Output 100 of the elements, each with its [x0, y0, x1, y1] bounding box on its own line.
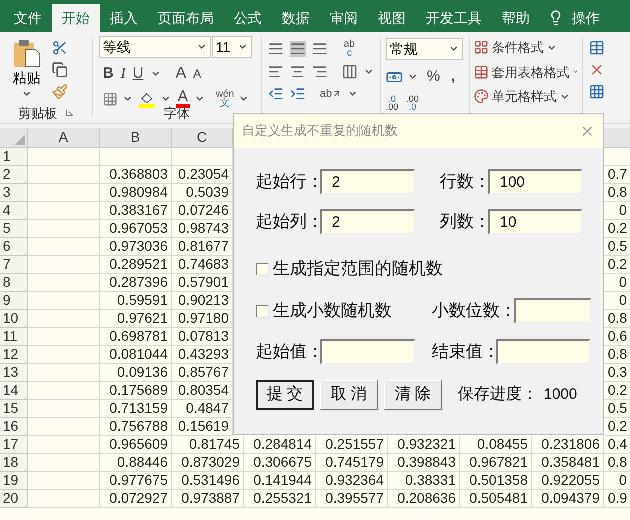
table-cell: 0.932321 — [388, 436, 460, 454]
dialog-button[interactable]: 提 交 — [256, 380, 314, 410]
row-header[interactable]: 4 — [0, 202, 28, 220]
group-label: 字体 — [164, 106, 190, 121]
clipboard-icon — [12, 38, 42, 68]
comma-button[interactable]: , — [451, 66, 456, 88]
insert-cells-icon[interactable] — [589, 40, 605, 56]
row-header[interactable]: 9 — [0, 292, 28, 310]
cut-icon[interactable] — [52, 40, 68, 56]
style-icon — [474, 89, 489, 104]
table-cell: 0.358481 — [532, 454, 604, 472]
row-header[interactable]: 6 — [0, 238, 28, 256]
field-label: 起始列： — [256, 211, 320, 234]
ribbon-tab[interactable]: 帮助 — [492, 4, 540, 32]
caret-icon — [195, 94, 206, 104]
input-field[interactable]: 10 — [488, 209, 583, 235]
input-field[interactable] — [320, 339, 416, 365]
table-cell: 0.967821 — [460, 454, 532, 472]
merge-icon[interactable] — [342, 64, 358, 80]
font-color-button[interactable]: A — [176, 90, 190, 108]
shrink-font-button[interactable]: A — [193, 65, 202, 83]
ribbon-tab[interactable]: 审阅 — [320, 4, 368, 32]
row-header[interactable]: 5 — [0, 220, 28, 238]
column-header[interactable]: B — [100, 128, 172, 148]
top-align-icon[interactable] — [268, 41, 284, 57]
ribbon-tab[interactable]: 插入 — [100, 4, 148, 32]
increase-decimal-button[interactable]: .0 .00 — [386, 94, 399, 110]
orientation-button[interactable]: ab — [320, 86, 342, 102]
table-cell — [28, 382, 100, 400]
row-header[interactable]: 7 — [0, 256, 28, 274]
decrease-decimal-button[interactable]: .00 .0 — [406, 94, 420, 110]
format-cells-icon[interactable] — [589, 84, 605, 100]
row-header[interactable]: 20 — [0, 490, 28, 508]
dialog-button[interactable]: 清 除 — [384, 380, 442, 410]
row-header[interactable]: 14 — [0, 382, 28, 400]
table-cell: 0.38331 — [388, 472, 460, 490]
copy-icon[interactable] — [52, 62, 68, 78]
group-label: 剪贴板 — [18, 104, 58, 122]
wrap-text-button[interactable]: ab c — [344, 40, 356, 58]
row-header[interactable]: 17 — [0, 436, 28, 454]
input-field[interactable]: 2 — [320, 209, 416, 235]
tell-me-text[interactable]: 操作 — [572, 4, 600, 32]
align-right-icon[interactable] — [312, 64, 328, 80]
row-header[interactable]: 12 — [0, 346, 28, 364]
ribbon-tab[interactable]: 开发工具 — [416, 4, 492, 32]
font-size-dropdown[interactable]: 11 — [212, 36, 252, 58]
paste-button[interactable]: 粘贴 — [12, 38, 42, 104]
row-header[interactable]: 8 — [0, 274, 28, 292]
checkbox[interactable] — [256, 304, 269, 318]
row-header[interactable]: 10 — [0, 310, 28, 328]
ribbon-tab[interactable]: 开始 — [52, 4, 100, 32]
ribbon-tab[interactable]: 页面布局 — [148, 4, 224, 32]
format-painter-icon[interactable] — [52, 84, 68, 100]
table-cell: 0.094379 — [532, 490, 604, 508]
input-field[interactable]: 100 — [488, 169, 583, 195]
column-header[interactable]: A — [28, 128, 100, 148]
checkbox[interactable] — [256, 262, 269, 276]
percent-button[interactable]: % — [427, 66, 440, 88]
dialog-button[interactable]: 取 消 — [320, 380, 378, 410]
border-icon[interactable] — [103, 92, 118, 106]
dialog-launcher-icon[interactable] — [66, 109, 74, 118]
styles-button[interactable]: 条件格式 — [474, 38, 578, 58]
table-cell: 0.873029 — [172, 454, 244, 472]
styles-button[interactable]: 单元格样式 — [474, 87, 578, 106]
table-cell — [28, 238, 100, 256]
decrease-indent-icon[interactable] — [268, 86, 284, 102]
font-name-dropdown[interactable]: 等线 — [99, 36, 211, 58]
checkbox-label[interactable]: 生成指定范围的随机数 — [273, 256, 443, 282]
italic-button[interactable]: I — [120, 62, 126, 86]
bold-button[interactable]: B — [103, 62, 114, 86]
align-left-icon[interactable] — [268, 64, 284, 80]
checkbox-label[interactable]: 生成小数随机数 — [273, 298, 392, 324]
row-header[interactable]: 11 — [0, 328, 28, 346]
underline-button[interactable]: U — [132, 62, 144, 86]
input-field[interactable]: 2 — [320, 169, 416, 195]
caret-icon — [449, 44, 459, 54]
table-cell: 0.922055 — [532, 472, 604, 490]
row-header[interactable]: 18 — [0, 454, 28, 472]
phonetic-button[interactable]: wén 文 — [216, 90, 234, 108]
input-field[interactable] — [496, 339, 591, 365]
row-header[interactable]: 16 — [0, 418, 28, 436]
middle-align-icon[interactable] — [290, 41, 306, 57]
align-center-icon[interactable] — [290, 64, 306, 80]
bottom-align-icon[interactable] — [312, 41, 328, 57]
ribbon-tab[interactable]: 公式 — [224, 4, 272, 32]
increase-indent-icon[interactable] — [290, 86, 306, 102]
row-header[interactable]: 1 — [0, 148, 28, 166]
row-header[interactable]: 3 — [0, 184, 28, 202]
ribbon-tab[interactable]: 文件 — [4, 4, 52, 32]
row-header[interactable]: 2 — [0, 166, 28, 184]
ribbon-tab[interactable]: 数据 — [272, 4, 320, 32]
number-format-dropdown[interactable]: 常规 — [386, 38, 463, 60]
input-field[interactable] — [514, 298, 592, 324]
styles-button[interactable]: 套用表格格式 — [474, 62, 578, 82]
row-header[interactable]: 19 — [0, 472, 28, 490]
ribbon-tab[interactable]: 视图 — [368, 4, 416, 32]
grow-font-button[interactable]: A — [176, 62, 186, 86]
row-header[interactable]: 15 — [0, 400, 28, 418]
row-header[interactable]: 13 — [0, 364, 28, 382]
table-cell: 0.255321 — [244, 490, 316, 508]
